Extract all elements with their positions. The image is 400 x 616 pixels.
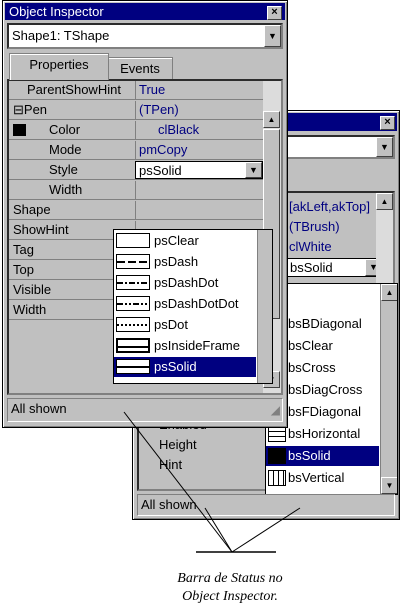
dropdown-item[interactable]: psSolid (114, 357, 256, 377)
dropdown-item-label: psDot (154, 317, 188, 332)
property-row[interactable]: Style psSolid ▼ (9, 161, 263, 180)
dropdown-scrollbar[interactable]: ▲ ▼ (380, 284, 397, 494)
back-status-text: All shown (141, 497, 197, 512)
brush-pattern-icon (268, 426, 286, 442)
close-icon[interactable]: × (380, 116, 395, 130)
color-swatch (13, 124, 26, 136)
caption-line-2: Object Inspector. (182, 589, 278, 604)
dropdown-item-label: bsVertical (288, 470, 345, 485)
back-value-color: clWhite (289, 239, 332, 254)
property-row[interactable]: Mode pmCopy (9, 141, 263, 160)
caption-line-1: Barra de Status no (177, 571, 283, 586)
property-value[interactable] (135, 181, 263, 199)
property-value[interactable] (135, 201, 263, 219)
pen-pattern-icon (116, 233, 150, 248)
property-name: Width (49, 182, 83, 197)
back-prop-hint[interactable]: Hint (159, 455, 182, 475)
dropdown-scrollbar[interactable] (257, 230, 272, 383)
dropdown-item-label: psClear (154, 233, 199, 248)
property-value[interactable]: pmCopy (135, 141, 263, 159)
property-name: Style (49, 162, 78, 177)
dropdown-item-label: bsClear (288, 338, 333, 353)
property-row[interactable]: ⊟Pen (TPen) (9, 101, 263, 120)
dropdown-item-label: psInsideFrame (154, 338, 240, 353)
dropdown-item-label: bsFDiagonal (288, 404, 361, 419)
property-value[interactable]: (TPen) (135, 101, 263, 119)
back-value-anchors-text: [akLeft,akTop] (289, 199, 370, 214)
scroll-up-icon[interactable]: ▲ (263, 111, 280, 128)
property-row[interactable]: ParentShowHint True (9, 81, 263, 100)
object-selector-value: Shape1: TShape (12, 28, 110, 43)
property-value[interactable]: True (135, 81, 263, 99)
property-name: Mode (49, 142, 82, 157)
back-value-anchors: [akLeft,akTop] (TBrush) clWhite (289, 197, 379, 257)
back-brush-style-value: bsSolid (290, 260, 333, 275)
dropdown-item[interactable]: psInsideFrame (114, 336, 256, 356)
size-grip-icon[interactable]: ◢ (271, 400, 280, 420)
property-value[interactable]: clBlack (135, 121, 263, 139)
back-value-brush: (TBrush) (289, 219, 340, 234)
tab-properties[interactable]: Properties (9, 53, 109, 80)
property-row[interactable]: Width (9, 181, 263, 200)
dropdown-item[interactable]: bsSolid (266, 446, 379, 466)
dropdown-item[interactable]: psDashDot (114, 273, 256, 293)
dropdown-item-label: psDash (154, 254, 199, 269)
property-name: ParentShowHint (27, 82, 121, 97)
back-brush-style-combo[interactable]: bsSolid ▼ (287, 258, 383, 277)
scroll-down-icon[interactable]: ▼ (381, 477, 397, 494)
window-title: Object Inspector (9, 4, 104, 19)
dropdown-item[interactable]: psDash (114, 252, 256, 272)
property-value[interactable]: psSolid ▼ (135, 161, 263, 179)
dropdown-item-label: bsCross (288, 360, 336, 375)
pen-pattern-icon (116, 275, 150, 290)
pen-pattern-icon (116, 359, 150, 374)
dropdown-item[interactable]: psDot (114, 315, 256, 335)
pen-pattern-icon (116, 296, 150, 311)
dropdown-item-label: bsDiagCross (288, 382, 363, 397)
pen-style-dropdown[interactable]: psClear psDash psDashDot psDashDotDot psDot p… (113, 229, 273, 384)
pen-pattern-icon (116, 338, 150, 353)
caption: Barra de Status no Object Inspector. (120, 570, 340, 606)
status-bar: All shown ◢ (7, 398, 283, 422)
property-name: Shape (13, 202, 51, 217)
property-row[interactable]: Color clBlack (9, 121, 263, 140)
object-selector[interactable]: Shape1: TShape ▼ (7, 23, 283, 49)
dropdown-item-label: bsBDiagonal (288, 316, 362, 331)
scroll-up-icon[interactable]: ▲ (381, 284, 397, 301)
property-row[interactable]: Shape (9, 201, 263, 220)
tab-events[interactable]: Events (107, 57, 173, 80)
object-inspector-window: Object Inspector × Shape1: TShape ▼ Prop… (2, 0, 288, 428)
dropdown-item-label: psDashDot (154, 275, 219, 290)
dropdown-item[interactable]: psClear (114, 231, 256, 251)
dropdown-item[interactable]: bsVertical (266, 468, 379, 488)
close-icon[interactable]: × (267, 6, 282, 20)
dropdown-item-label: bsHorizontal (288, 426, 361, 441)
tab-properties-label: Properties (29, 57, 89, 72)
back-prop-height[interactable]: Height (159, 435, 197, 455)
pen-pattern-icon (116, 254, 150, 269)
property-name: Color (49, 122, 81, 137)
dropdown-item-label: psSolid (154, 359, 197, 374)
chevron-down-icon[interactable]: ▼ (376, 137, 393, 157)
status-text: All shown (11, 401, 67, 416)
pen-pattern-icon (116, 317, 150, 332)
title-bar: Object Inspector × (5, 3, 285, 20)
dropdown-item-label: bsSolid (288, 448, 331, 463)
brush-pattern-icon (268, 448, 286, 464)
dropdown-item[interactable]: psDashDotDot (114, 294, 256, 314)
brush-pattern-icon (268, 470, 286, 486)
tab-events-label: Events (120, 61, 160, 76)
property-name: ⊟Pen (13, 102, 48, 117)
back-status-bar: All shown (137, 494, 395, 516)
chevron-down-icon[interactable]: ▼ (264, 25, 281, 47)
dropdown-item-label: psDashDotDot (154, 296, 239, 311)
scroll-up-icon[interactable]: ▲ (376, 193, 393, 210)
chevron-down-icon[interactable]: ▼ (245, 162, 262, 178)
